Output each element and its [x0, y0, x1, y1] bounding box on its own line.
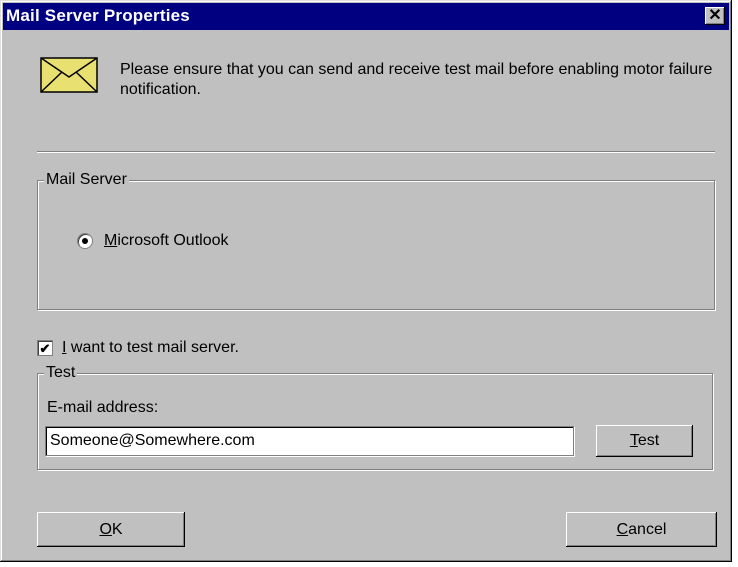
- test-mail-server-label: I want to test mail server.: [62, 339, 239, 356]
- ok-button[interactable]: OK: [37, 512, 185, 547]
- test-button[interactable]: Test: [596, 425, 693, 457]
- email-address-label: E-mail address:: [47, 399, 159, 416]
- title-bar[interactable]: Mail Server Properties ✕: [3, 3, 729, 30]
- microsoft-outlook-label: Microsoft Outlook: [104, 232, 229, 249]
- test-button-label: Test: [629, 432, 660, 449]
- test-group-label: Test: [44, 363, 78, 383]
- email-address-input[interactable]: [45, 426, 574, 456]
- test-mail-server-checkbox[interactable]: ✔: [37, 340, 53, 356]
- cancel-button[interactable]: Cancel: [566, 512, 717, 547]
- checkmark-icon: ✔: [39, 340, 51, 356]
- cancel-button-label: Cancel: [616, 520, 667, 538]
- test-mail-server-checkbox-row[interactable]: ✔ I want to test mail server.: [37, 338, 239, 358]
- window-title: Mail Server Properties: [6, 6, 190, 25]
- close-icon: ✕: [708, 7, 722, 24]
- notice-text: Please ensure that you can send and rece…: [120, 61, 713, 98]
- separator: [37, 151, 715, 153]
- ok-button-label: OK: [99, 520, 123, 538]
- microsoft-outlook-radio[interactable]: Microsoft Outlook: [77, 231, 228, 251]
- mail-server-group-label: Mail Server: [44, 170, 129, 190]
- close-button[interactable]: ✕: [705, 7, 725, 25]
- radio-selected-dot: [82, 238, 88, 244]
- envelope-icon: [40, 57, 98, 93]
- radio-button[interactable]: [77, 233, 93, 249]
- mail-server-properties-dialog: Mail Server Properties ✕ Please ensure t…: [0, 0, 732, 562]
